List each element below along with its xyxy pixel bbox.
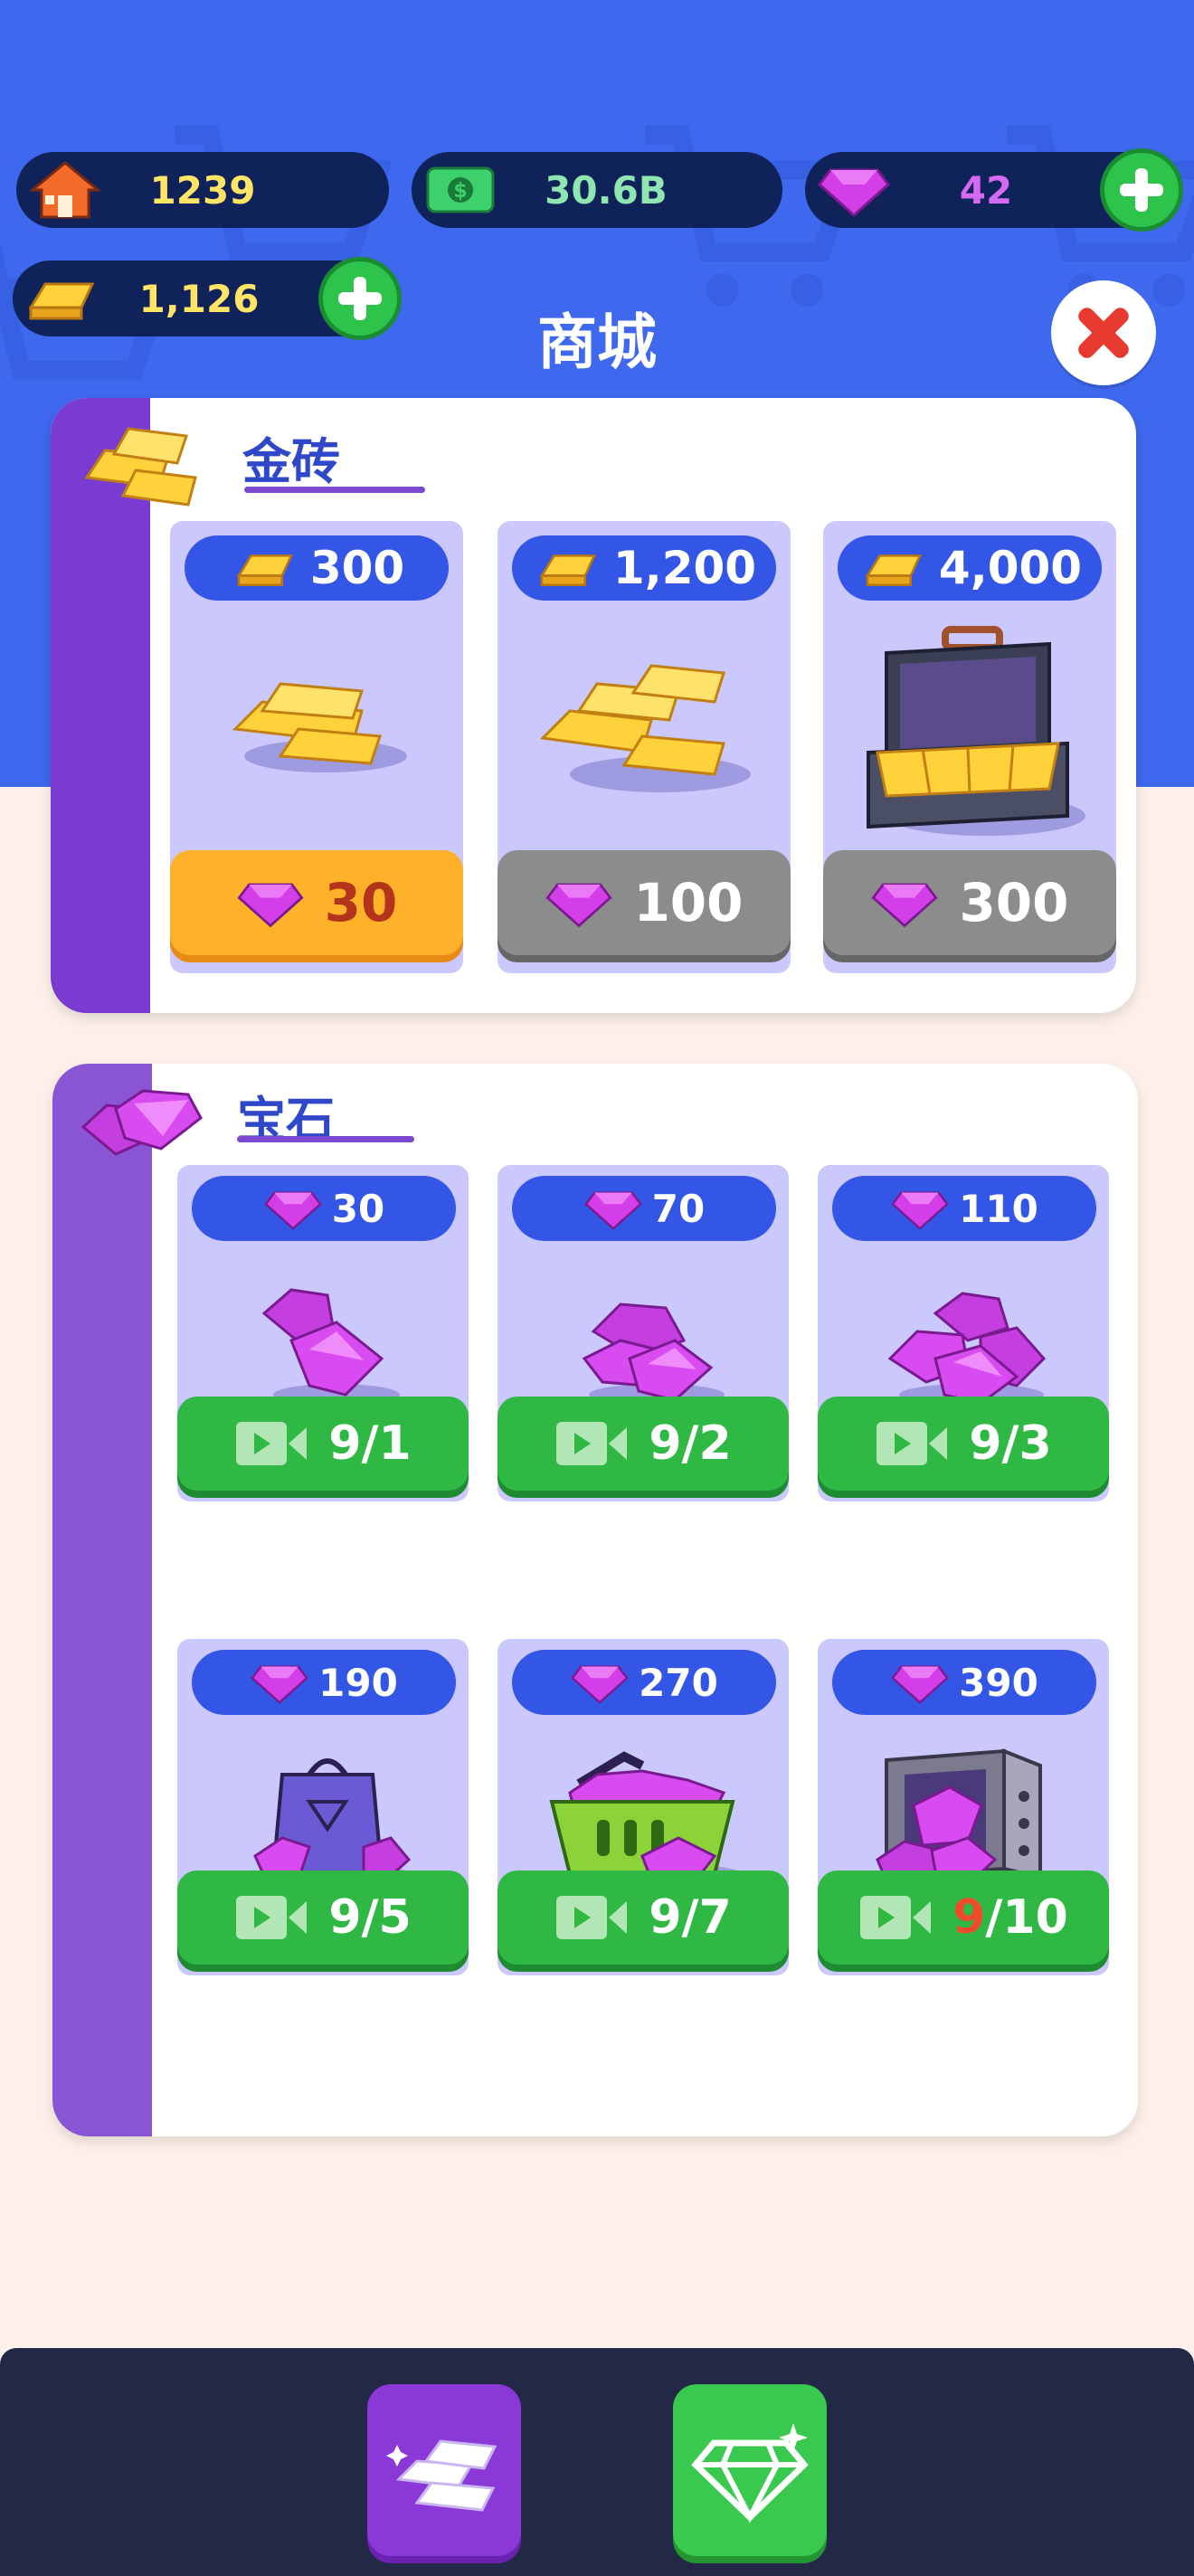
watch-ad-button[interactable]: 9/3 <box>818 1397 1109 1491</box>
video-icon <box>556 1422 628 1465</box>
gold-amount-tag: 4,000 <box>838 535 1102 601</box>
gems-small-icon <box>261 1288 400 1406</box>
gem-amount: 70 <box>651 1186 706 1231</box>
buy-button[interactable]: 100 <box>498 850 791 955</box>
gold-amount: 4,000 <box>938 542 1083 594</box>
gem-section-panel: 宝石 30 9/1 70 9/2 110 9/3 190 9/5 270 9/7… <box>52 1064 1138 2136</box>
gem-bag-icon <box>253 1758 412 1885</box>
close-button[interactable] <box>1051 280 1156 385</box>
gem-icon <box>891 1665 949 1704</box>
gold-section-icon <box>84 427 197 507</box>
gem-section-icon <box>81 1089 203 1156</box>
gem-icon <box>251 1665 308 1704</box>
gold-bars-pile-icon <box>539 664 751 792</box>
gold-bar-icon <box>236 554 293 587</box>
cash-value: 30.6B <box>545 167 668 213</box>
video-icon <box>877 1422 948 1465</box>
ad-progress: 9/2 <box>649 1416 732 1471</box>
ad-progress: 9/1 <box>328 1416 412 1471</box>
watch-ad-button[interactable]: 9/5 <box>177 1870 469 1965</box>
section-underline <box>237 1136 414 1142</box>
video-icon <box>236 1422 308 1465</box>
buy-button[interactable]: 300 <box>823 850 1116 955</box>
ad-progress: 9/5 <box>328 1890 412 1945</box>
gem-amount: 390 <box>959 1660 1038 1705</box>
gem-amount: 30 <box>331 1186 385 1231</box>
gem-section-stripe <box>52 1064 152 2136</box>
watch-ad-button[interactable]: 9/2 <box>498 1397 789 1491</box>
watch-ad-button[interactable]: 9/1 <box>177 1397 469 1491</box>
home-value: 1239 <box>149 167 256 213</box>
ad-progress: 9/3 <box>969 1416 1052 1471</box>
tab-gold[interactable] <box>367 2384 521 2556</box>
gems-pile-icon <box>582 1302 725 1406</box>
buy-price: 100 <box>633 872 744 933</box>
gold-pack-card[interactable]: 300 30 <box>170 521 463 973</box>
gem-amount: 270 <box>639 1660 718 1705</box>
gold-amount-tag: 300 <box>185 535 449 601</box>
video-icon <box>556 1896 628 1939</box>
gold-amount-tag: 1,200 <box>512 535 776 601</box>
add-gems-button[interactable] <box>1100 148 1183 232</box>
gem-amount-tag: 70 <box>512 1176 776 1241</box>
watch-ad-button[interactable]: 9/10 <box>818 1870 1109 1965</box>
tab-gems[interactable] <box>673 2384 827 2556</box>
gold-pack-card[interactable]: 1,200 100 <box>498 521 791 973</box>
gem-pack-card[interactable]: 270 9/7 <box>498 1639 789 1975</box>
home-resource-pill: 1239 <box>16 152 389 228</box>
gem-pack-card[interactable]: 110 9/3 <box>818 1165 1109 1501</box>
gem-basket-icon <box>549 1751 742 1885</box>
ad-progress: 9/10 <box>952 1890 1068 1945</box>
diamond-tab-icon <box>691 2423 809 2524</box>
gem-amount: 190 <box>318 1660 398 1705</box>
gems-heap-icon <box>887 1292 1047 1406</box>
gold-section-title: 金砖 <box>242 433 340 490</box>
gold-briefcase-icon <box>867 626 1085 836</box>
gem-icon <box>891 1191 949 1230</box>
gold-bars-small-icon <box>232 682 407 772</box>
gem-amount-tag: 270 <box>512 1650 776 1715</box>
gem-amount-tag: 390 <box>832 1650 1096 1715</box>
video-icon <box>236 1896 308 1939</box>
cash-resource-pill: $ 30.6B <box>412 152 782 228</box>
gold-section-panel: 金砖 300 30 1,200 100 4,000 300 <box>51 398 1136 1013</box>
bottom-tab-bar <box>0 2348 1194 2576</box>
gem-amount: 110 <box>959 1186 1038 1231</box>
buy-button[interactable]: 30 <box>170 850 463 955</box>
video-icon <box>860 1896 932 1939</box>
gem-icon <box>871 883 938 928</box>
gem-pack-card[interactable]: 70 9/2 <box>498 1165 789 1501</box>
watch-ad-button[interactable]: 9/7 <box>498 1870 789 1965</box>
gem-icon <box>237 883 304 928</box>
ad-progress: 9/7 <box>649 1890 732 1945</box>
gem-pack-card[interactable]: 30 9/1 <box>177 1165 469 1501</box>
gem-icon <box>571 1665 629 1704</box>
gold-amount: 300 <box>309 542 405 594</box>
page-title: 商城 <box>537 308 657 377</box>
gem-amount-tag: 110 <box>832 1176 1096 1241</box>
gold-bar-icon <box>539 554 596 587</box>
gold-amount: 1,200 <box>612 542 757 594</box>
gem-icon <box>583 1191 642 1230</box>
section-underline <box>244 487 425 493</box>
gold-bar-icon <box>865 554 922 587</box>
gold-stack-tab-icon <box>386 2439 498 2512</box>
gem-amount-tag: 190 <box>192 1650 456 1715</box>
gem-pack-card[interactable]: 390 9/10 <box>818 1639 1109 1975</box>
gem-icon <box>545 883 612 928</box>
gold-pack-card[interactable]: 4,000 300 <box>823 521 1116 973</box>
gem-pack-card[interactable]: 190 9/5 <box>177 1639 469 1975</box>
gem-icon <box>263 1191 322 1230</box>
gem-amount-tag: 30 <box>192 1176 456 1241</box>
buy-price: 300 <box>959 872 1069 933</box>
buy-price: 30 <box>324 872 398 933</box>
